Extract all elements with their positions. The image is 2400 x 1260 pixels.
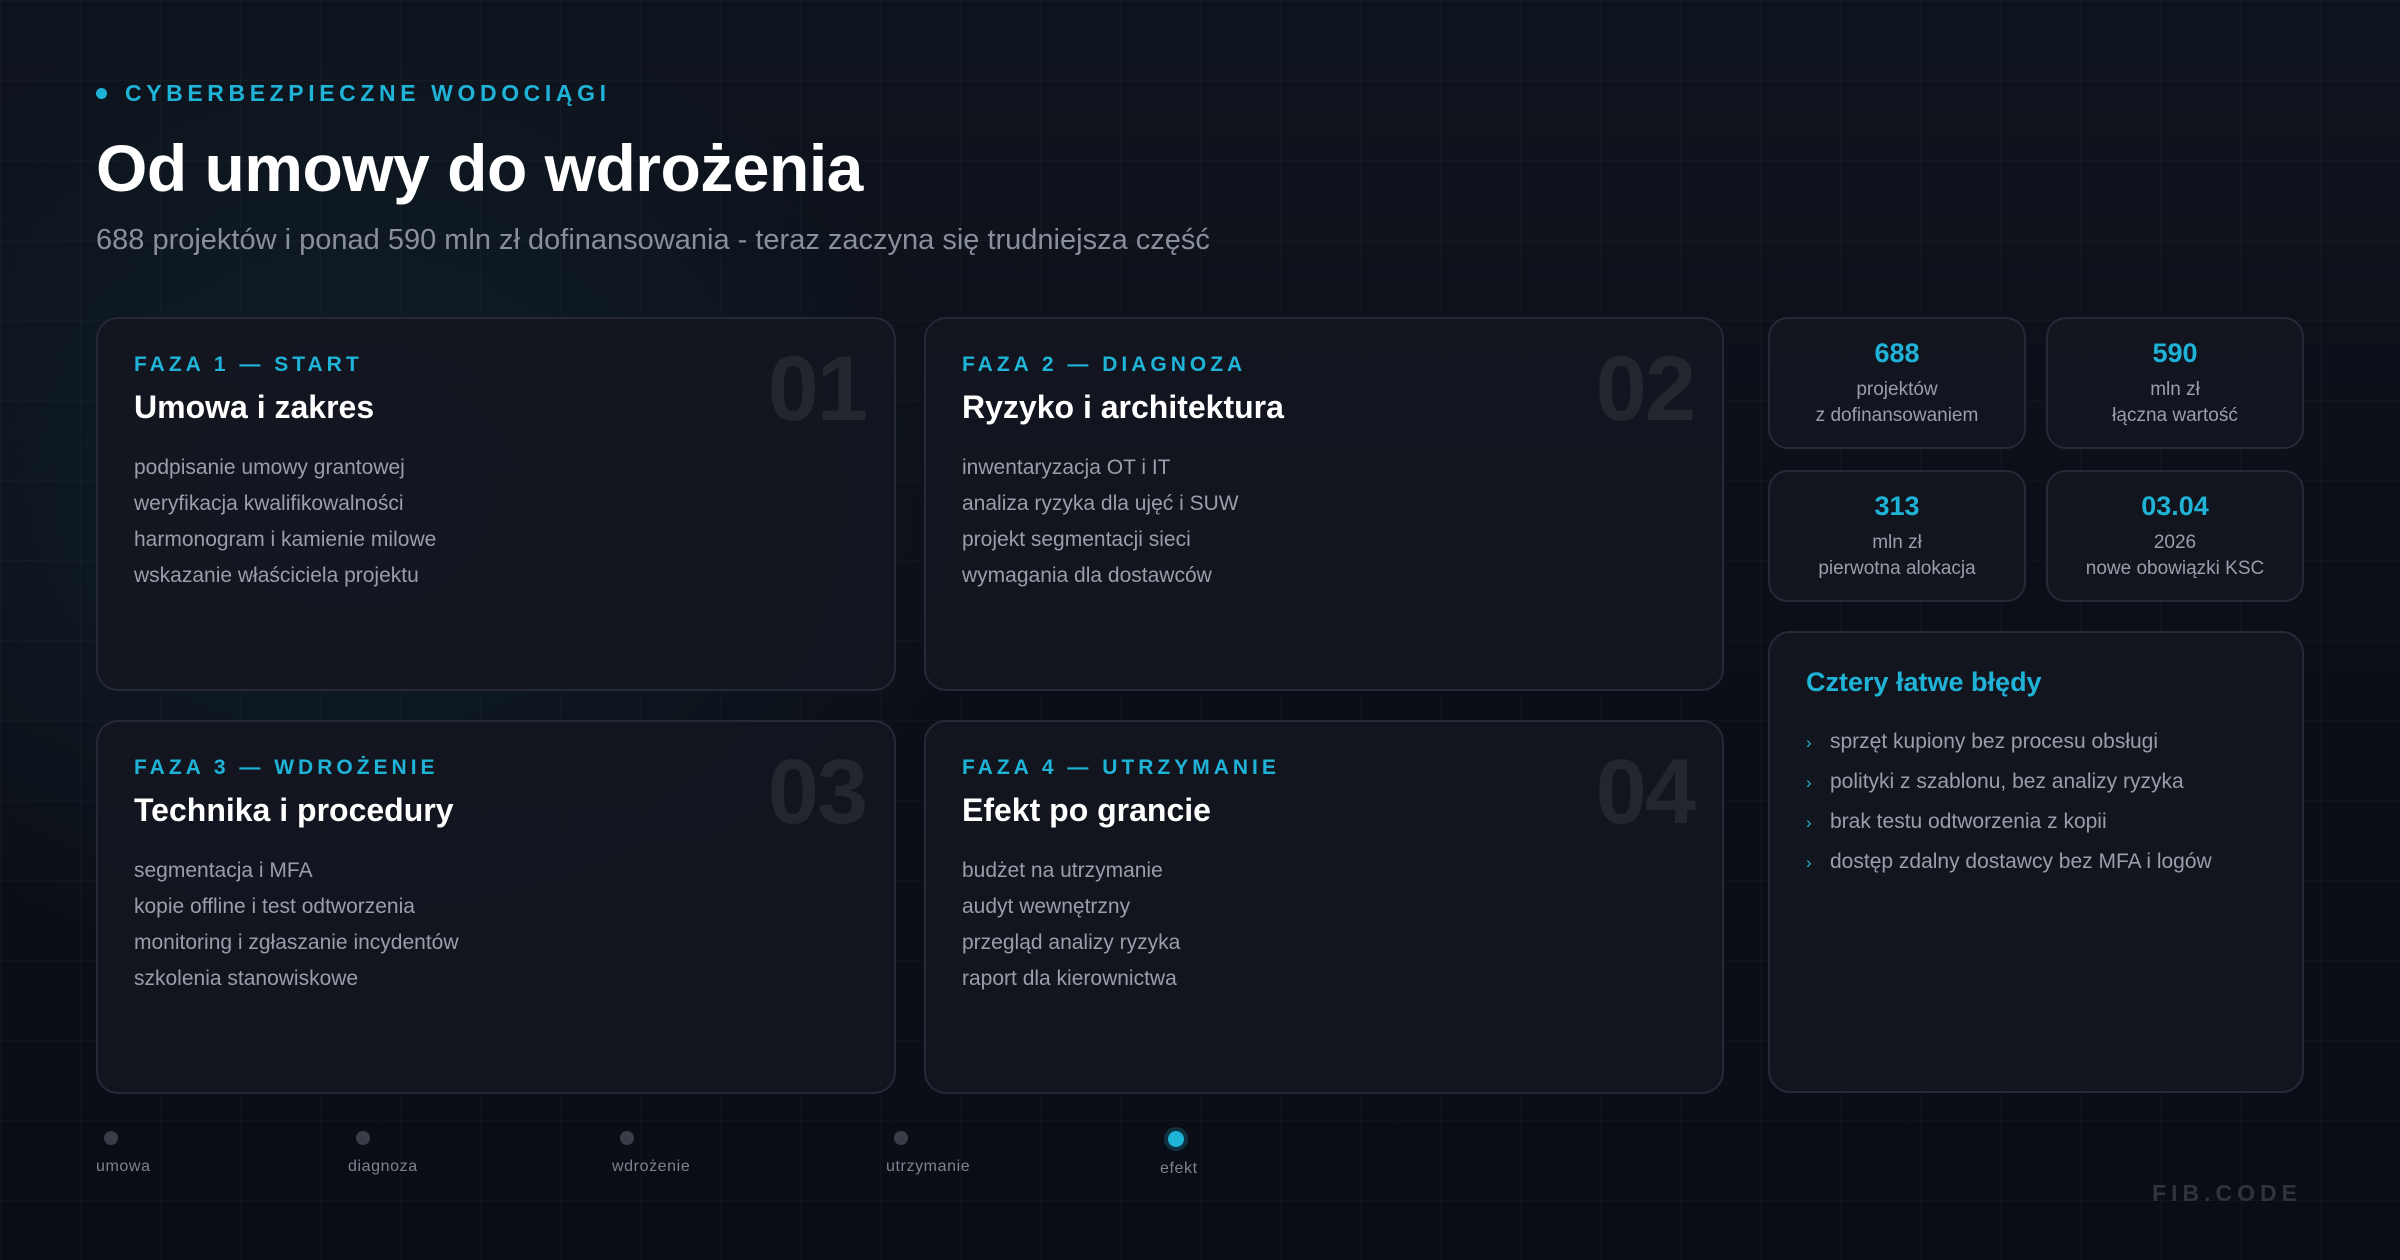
phase-title: Umowa i zakres (134, 389, 375, 425)
stat-card-projects: 688 projektów z dofinansowaniem (1768, 317, 2026, 449)
phase-title: Efekt po grancie (962, 792, 1211, 828)
mistakes-title: Cztery łatwe błędy (1806, 667, 2042, 697)
stat-card-value: 590 mln zł łączna wartość (2046, 317, 2304, 449)
phase-number: 03 (767, 741, 868, 843)
phase-card-4: 04 FAZA 4 — UTRZYMANIE Efekt po grancie … (924, 720, 1724, 1094)
chevron-right-icon: › (1806, 773, 1812, 792)
phase-number: 04 (1595, 741, 1696, 843)
kicker: CYBERBEZPIECZNE WODOCIĄGI (96, 80, 611, 107)
list-item: wymagania dla dostawców (962, 564, 1212, 587)
timeline-step-diagnoza[interactable]: diagnoza (348, 1131, 418, 1176)
phase-number: 02 (1595, 338, 1696, 440)
stat-label: pierwotna alokacja (1818, 557, 1976, 579)
timeline-label: wdrożenie (612, 1158, 691, 1175)
list-item: inwentaryzacja OT i IT (962, 456, 1171, 479)
timeline-dot-icon (356, 1131, 370, 1145)
timeline-dot-icon (1168, 1131, 1184, 1147)
stat-value: 590 (2152, 337, 2198, 368)
list-item: raport dla kierownictwa (962, 967, 1177, 990)
phase-label: FAZA 4 — UTRZYMANIE (962, 756, 1280, 779)
timeline-label: diagnoza (348, 1158, 418, 1175)
phase-label: FAZA 2 — DIAGNOZA (962, 353, 1247, 376)
phase-title: Ryzyko i architektura (962, 389, 1284, 425)
page-subtitle: 688 projektów i ponad 590 mln zł dofinan… (96, 224, 1210, 256)
list-item: wskazanie właściciela projektu (134, 564, 419, 587)
timeline-step-wdrozenie[interactable]: wdrożenie (612, 1131, 690, 1176)
phase-card-2: 02 FAZA 2 — DIAGNOZA Ryzyko i architektu… (924, 317, 1724, 691)
list-item: przegląd analizy ryzyka (962, 931, 1181, 954)
list-item: szkolenia stanowiskowe (134, 967, 359, 990)
stat-value: 688 (1874, 337, 1920, 368)
mistakes-list: › sprzęt kupiony bez procesu obsługi › p… (1806, 722, 2266, 882)
chevron-right-icon: › (1806, 853, 1812, 872)
stat-card-ksc-date: 03.04 2026 nowe obowiązki KSC (2046, 470, 2304, 602)
phase-number: 01 (767, 338, 868, 440)
phase-label: FAZA 1 — START (134, 353, 363, 376)
timeline-dot-icon (104, 1131, 118, 1145)
list-item: audyt wewnętrzny (962, 895, 1131, 918)
slide: CYBERBEZPIECZNE WODOCIĄGI Od umowy do wd… (0, 0, 2400, 1260)
list-item: › sprzęt kupiony bez procesu obsługi (1806, 722, 2266, 762)
timeline-step-umowa[interactable]: umowa (96, 1131, 151, 1176)
phase-label: FAZA 3 — WDROŻENIE (134, 756, 439, 779)
phase-title: Technika i procedury (134, 792, 454, 828)
stat-card-allocation: 313 mln zł pierwotna alokacja (1768, 470, 2026, 602)
chevron-right-icon: › (1806, 813, 1812, 832)
timeline-dot-icon (620, 1131, 634, 1145)
list-item: kopie offline i test odtworzenia (134, 895, 415, 918)
stat-label: mln zł (2150, 378, 2200, 400)
timeline-label: umowa (96, 1158, 151, 1175)
phase-list: inwentaryzacja OT i IT analiza ryzyka dl… (962, 450, 1686, 594)
kicker-text: CYBERBEZPIECZNE WODOCIĄGI (125, 80, 611, 106)
timeline-label: efekt (1160, 1160, 1198, 1177)
mistake-text: sprzęt kupiony bez procesu obsługi (1830, 730, 2159, 753)
list-item: weryfikacja kwalifikowalności (134, 492, 404, 515)
list-item: harmonogram i kamienie milowe (134, 528, 437, 551)
timeline-dot-icon (894, 1131, 908, 1145)
mistakes-card: Cztery łatwe błędy › sprzęt kupiony bez … (1768, 631, 2304, 1093)
list-item: › polityki z szablonu, bez analizy ryzyk… (1806, 762, 2266, 802)
list-item: › brak testu odtworzenia z kopii (1806, 802, 2266, 842)
stat-label: projektów (1856, 378, 1938, 400)
timeline-label: utrzymanie (886, 1158, 971, 1175)
stat-label: łączna wartość (2112, 404, 2238, 426)
list-item: › dostęp zdalny dostawcy bez MFA i logów (1806, 842, 2266, 882)
phase-list: podpisanie umowy grantowej weryfikacja k… (134, 450, 858, 594)
chevron-right-icon: › (1806, 733, 1812, 752)
kicker-dot-icon (96, 88, 107, 99)
page-title: Od umowy do wdrożenia (96, 131, 863, 205)
mistake-text: brak testu odtworzenia z kopii (1830, 810, 2107, 833)
phase-list: segmentacja i MFA kopie offline i test o… (134, 853, 858, 997)
list-item: budżet na utrzymanie (962, 859, 1163, 882)
list-item: monitoring i zgłaszanie incydentów (134, 931, 459, 954)
stat-label: mln zł (1872, 531, 1922, 553)
timeline-step-utrzymanie[interactable]: utrzymanie (886, 1131, 970, 1176)
list-item: segmentacja i MFA (134, 859, 313, 882)
stat-label: 2026 (2153, 531, 2197, 553)
stat-value: 03.04 (2141, 490, 2209, 521)
list-item: projekt segmentacji sieci (962, 528, 1191, 551)
phase-card-3: 03 FAZA 3 — WDROŻENIE Technika i procedu… (96, 720, 896, 1094)
mistake-text: polityki z szablonu, bez analizy ryzyka (1830, 770, 2184, 793)
phase-list: budżet na utrzymanie audyt wewnętrzny pr… (962, 853, 1686, 997)
timeline-step-efekt[interactable]: efekt (1160, 1131, 1198, 1178)
stat-value: 313 (1874, 490, 1920, 521)
phase-card-1: 01 FAZA 1 — START Umowa i zakres podpisa… (96, 317, 896, 691)
stat-label: z dofinansowaniem (1815, 404, 1979, 426)
mistake-text: dostęp zdalny dostawcy bez MFA i logów (1830, 850, 2212, 873)
list-item: analiza ryzyka dla ujęć i SUW (962, 492, 1239, 515)
brand-logo: FIB.CODE (2152, 1180, 2302, 1206)
list-item: podpisanie umowy grantowej (134, 456, 405, 479)
stat-label: nowe obowiązki KSC (2085, 557, 2265, 579)
